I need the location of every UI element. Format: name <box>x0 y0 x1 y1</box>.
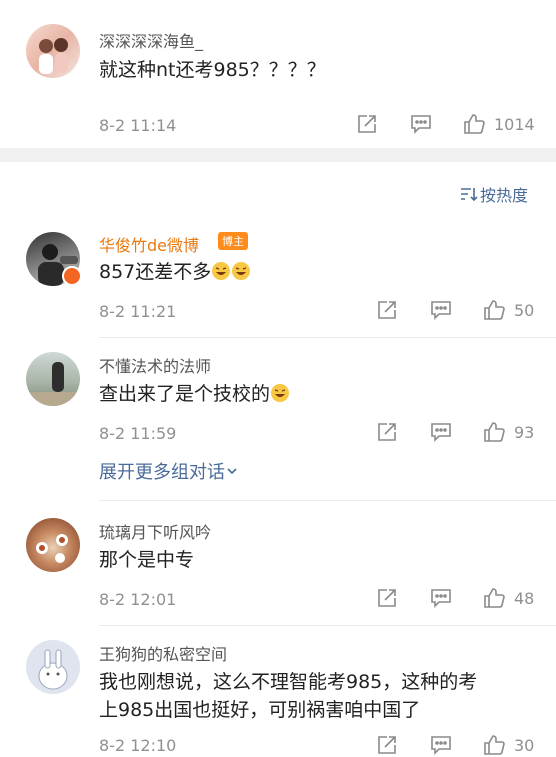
like-icon <box>484 422 505 442</box>
comment-time-1: 8-2 11:21 <box>99 302 177 321</box>
sort-toggle[interactable]: 按热度 <box>460 182 528 206</box>
like-button[interactable]: 48 <box>482 586 534 610</box>
comment-username-1[interactable]: 华俊竹de微博 <box>99 232 199 256</box>
like-button[interactable]: 93 <box>482 420 534 444</box>
comment-time-4: 8-2 12:10 <box>99 736 177 755</box>
comment-avatar-2[interactable] <box>26 352 80 406</box>
comment-avatar-4[interactable] <box>26 640 80 694</box>
comment-button[interactable] <box>430 587 452 609</box>
share-icon <box>358 115 376 133</box>
laugh-emoji <box>271 384 290 402</box>
comment-text-4-line2: 上985出国也挺好，可别祸害咱中国了 <box>99 699 421 721</box>
comment-text-3: 那个是中专 <box>99 549 195 571</box>
share-button[interactable] <box>376 587 398 609</box>
like-icon <box>484 735 505 755</box>
like-count: 30 <box>514 735 535 755</box>
like-button[interactable]: 50 <box>482 298 534 322</box>
comment-username-3[interactable]: 琉璃月下听风吟 <box>99 519 211 543</box>
chevron-down-icon <box>227 468 237 475</box>
like-count: 50 <box>514 300 535 320</box>
share-button[interactable] <box>376 299 398 321</box>
divider <box>99 500 556 501</box>
laugh-emoji <box>232 262 251 280</box>
like-count: 48 <box>514 588 535 608</box>
share-icon <box>378 423 396 441</box>
like-icon <box>464 114 485 134</box>
share-icon <box>378 736 396 754</box>
share-button[interactable] <box>356 113 378 135</box>
comment-button[interactable] <box>430 734 452 756</box>
comment-text-1: 857还差不多 <box>99 254 251 290</box>
sort-icon <box>460 188 478 202</box>
comment-button[interactable] <box>430 421 452 443</box>
comment-icon <box>431 301 451 320</box>
like-count: 93 <box>514 422 535 442</box>
blogger-badge: 博主 <box>218 232 248 250</box>
post-user-avatar[interactable] <box>26 24 80 78</box>
section-gap <box>0 148 556 162</box>
comment-icon <box>431 423 451 442</box>
post-time: 8-2 11:14 <box>99 116 177 135</box>
comment-button[interactable] <box>430 299 452 321</box>
comment-username-4[interactable]: 王狗狗的私密空间 <box>99 641 227 665</box>
comment-icon <box>431 589 451 608</box>
laugh-emoji <box>212 262 231 280</box>
share-button[interactable] <box>376 421 398 443</box>
post-text: 就这种nt还考985？？？？ <box>99 59 326 81</box>
comment-time-2: 8-2 11:59 <box>99 424 177 443</box>
like-icon <box>484 588 505 608</box>
like-button[interactable]: 1014 <box>462 112 535 136</box>
expand-thread-link[interactable]: 展开更多组对话 <box>99 458 239 484</box>
like-icon <box>484 300 505 320</box>
comment-avatar-3[interactable] <box>26 518 80 572</box>
comment-button[interactable] <box>410 113 432 135</box>
comment-text-2: 查出来了是个技校的 <box>99 376 290 412</box>
expand-label: 展开更多组对话 <box>99 462 225 483</box>
comment-icon <box>411 115 431 134</box>
post-username[interactable]: 深深深深海鱼_ <box>99 28 203 52</box>
comment-icon <box>431 736 451 755</box>
share-icon <box>378 301 396 319</box>
like-button[interactable]: 30 <box>482 733 534 757</box>
divider <box>99 625 556 626</box>
comment-time-3: 8-2 12:01 <box>99 590 177 609</box>
divider <box>99 337 556 338</box>
share-button[interactable] <box>376 734 398 756</box>
verified-badge-icon <box>62 266 82 286</box>
like-count: 1014 <box>494 114 535 134</box>
comment-username-2[interactable]: 不懂法术的法师 <box>99 353 211 377</box>
sort-label: 按热度 <box>479 186 528 205</box>
original-post: 深深深深海鱼_ 就这种nt还考985？？？？ 8-2 11:14 1014 <box>0 0 556 148</box>
share-icon <box>378 589 396 607</box>
